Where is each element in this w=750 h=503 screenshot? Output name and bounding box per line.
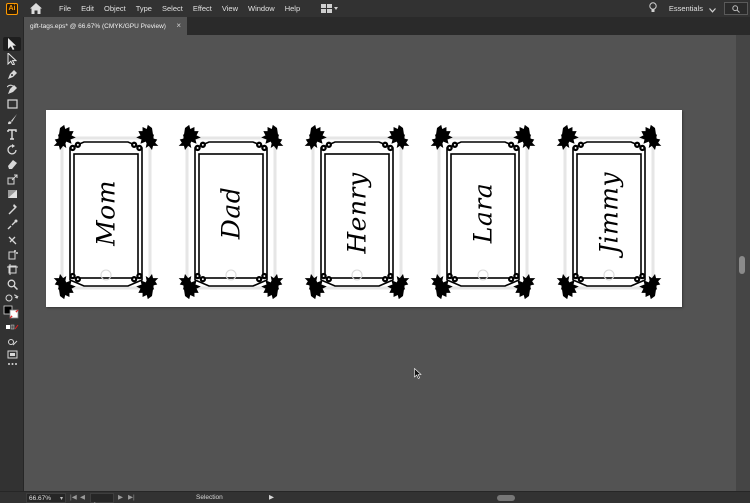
next-artboard-icon[interactable]: ▶	[118, 493, 123, 501]
zoom-tool-icon[interactable]	[3, 277, 21, 291]
screen-mode-icon[interactable]	[3, 322, 21, 336]
tag-name-text: Jimmy	[594, 171, 624, 255]
pen-tool-icon[interactable]	[3, 67, 21, 81]
lightbulb-icon[interactable]	[649, 0, 657, 18]
tag-name-text: Henry	[342, 172, 372, 254]
artboard[interactable]: Mom Dad Henry Lara Jimmy	[46, 110, 682, 307]
search-field[interactable]	[724, 2, 748, 15]
current-tool-status: Selection	[196, 494, 223, 501]
vertical-scroll-thumb[interactable]	[739, 256, 745, 274]
menu-view[interactable]: View	[217, 0, 243, 17]
shape-builder-tool-icon[interactable]	[3, 217, 21, 231]
workspace-label[interactable]: Essentials	[669, 4, 703, 13]
mouse-cursor-icon	[414, 366, 422, 384]
app-logo: Ai	[6, 2, 18, 15]
vertical-scrollbar[interactable]	[736, 35, 750, 491]
rotate-tool-icon[interactable]	[3, 142, 21, 156]
hand-tool-icon[interactable]	[3, 291, 21, 305]
status-bar: 66.67% ▾ |◀ ◀ 1 ▶ ▶| Selection ▶	[0, 491, 750, 503]
zoom-value: 66.67%	[29, 494, 52, 502]
search-icon	[732, 4, 740, 13]
menu-items: File Edit Object Type Select Effect View…	[54, 0, 305, 17]
menu-edit[interactable]: Edit	[76, 0, 99, 17]
fill-stroke-icon[interactable]	[3, 305, 21, 319]
artboard-tool-icon[interactable]	[3, 262, 21, 276]
tools-panel	[0, 17, 24, 491]
close-icon[interactable]: ×	[176, 21, 181, 31]
status-menu-arrow-icon[interactable]: ▶	[269, 493, 274, 501]
eyedropper-tool-icon[interactable]	[3, 232, 21, 246]
menu-effect[interactable]: Effect	[188, 0, 217, 17]
paintbrush-tool-icon[interactable]	[3, 112, 21, 126]
first-artboard-icon[interactable]: |◀	[70, 493, 77, 501]
last-artboard-icon[interactable]: ▶|	[128, 493, 135, 501]
gift-tag[interactable]: Dad	[177, 120, 285, 304]
prev-artboard-icon[interactable]: ◀	[80, 493, 85, 501]
horizontal-scrollbar[interactable]	[285, 494, 725, 502]
direct-selection-tool-icon[interactable]	[3, 52, 21, 66]
width-tool-icon[interactable]	[3, 187, 21, 201]
chevron-down-icon[interactable]: ▾	[60, 495, 63, 502]
eraser-tool-icon[interactable]	[3, 157, 21, 171]
workspace-switcher-icon[interactable]	[321, 4, 339, 13]
tag-name-text: Dad	[216, 186, 246, 240]
gift-tag[interactable]: Henry	[303, 120, 411, 304]
document-tab-bar: gift-tags.eps* @ 66.67% (CMYK/GPU Previe…	[24, 17, 750, 35]
gift-tag[interactable]: Jimmy	[555, 120, 663, 304]
menu-bar: Ai File Edit Object Type Select Effect V…	[0, 0, 750, 17]
menu-type[interactable]: Type	[131, 0, 157, 17]
more-tools-icon[interactable]	[3, 357, 21, 371]
home-icon[interactable]	[28, 1, 44, 17]
scale-tool-icon[interactable]	[3, 172, 21, 186]
document-tab[interactable]: gift-tags.eps* @ 66.67% (CMYK/GPU Previe…	[24, 17, 187, 35]
menu-object[interactable]: Object	[99, 0, 131, 17]
document-tab-title: gift-tags.eps* @ 66.67% (CMYK/GPU Previe…	[30, 22, 166, 30]
symbol-sprayer-tool-icon[interactable]	[3, 247, 21, 261]
menu-help[interactable]: Help	[280, 0, 305, 17]
tag-name-text: Lara	[468, 182, 498, 244]
horizontal-scroll-thumb[interactable]	[497, 495, 515, 501]
menu-window[interactable]: Window	[243, 0, 280, 17]
chevron-down-icon[interactable]	[709, 0, 716, 18]
gift-tag[interactable]: Mom	[52, 120, 160, 304]
tag-name-text: Mom	[91, 180, 121, 246]
curvature-tool-icon[interactable]	[3, 82, 21, 96]
menu-select[interactable]: Select	[157, 0, 188, 17]
gift-tag[interactable]: Lara	[429, 120, 537, 304]
selection-tool-icon[interactable]	[3, 37, 21, 51]
artboard-number-field[interactable]: 1	[90, 493, 114, 503]
free-transform-tool-icon[interactable]	[3, 202, 21, 216]
zoom-select[interactable]: 66.67% ▾	[26, 493, 66, 503]
type-tool-icon[interactable]	[3, 127, 21, 141]
rectangle-tool-icon[interactable]	[3, 97, 21, 111]
menu-file[interactable]: File	[54, 0, 76, 17]
